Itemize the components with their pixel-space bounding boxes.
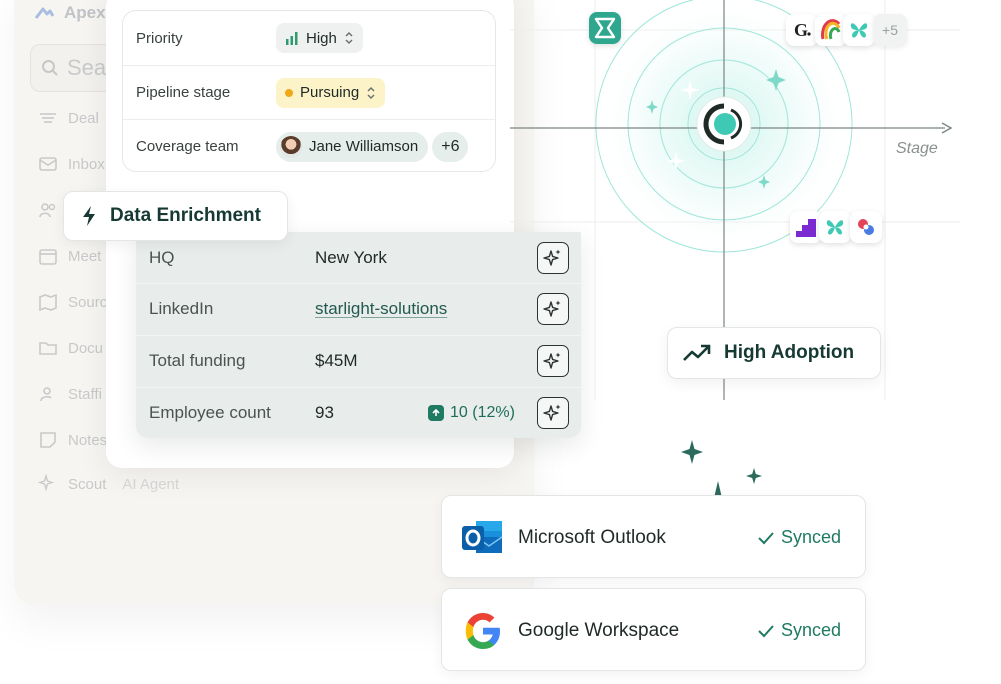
high-adoption-label: High Adoption [724, 342, 855, 363]
sidebar-item-label: Notes [68, 431, 108, 449]
integration-name: Microsoft Outlook [518, 527, 666, 548]
company-logo-tile[interactable] [843, 14, 875, 46]
enrich-sparkle-button[interactable] [537, 397, 569, 429]
sidebar-item-label: Sourc [68, 293, 108, 311]
search-placeholder: Sea [67, 55, 107, 80]
sidebar-item-label: Docu [68, 339, 104, 357]
sparkle-icon [38, 474, 55, 492]
rainbow-logo-icon [821, 19, 841, 40]
sidebar-item-sourcing[interactable]: Sourc [38, 292, 107, 312]
sync-status: Synced [757, 620, 841, 641]
checkmark-icon [758, 531, 774, 544]
company-logo-tile[interactable] [819, 211, 851, 243]
coverage-team-row: Coverage team Jane Williamson +6 [123, 119, 495, 173]
enrichment-value: 93 [315, 403, 334, 422]
note-icon [40, 432, 56, 448]
google-logo-icon [465, 613, 500, 649]
employee-delta: 10 (12%) [428, 404, 515, 422]
brand-name: Apex [64, 3, 106, 22]
employee-delta-value: 10 (12%) [450, 404, 515, 421]
integration-card-outlook[interactable]: Microsoft Outlook Synced [441, 495, 866, 578]
sidebar-item-label: Scout [68, 475, 107, 493]
chevron-updown-icon [367, 86, 375, 99]
people-icon [39, 203, 56, 218]
calendar-icon [39, 249, 57, 265]
folder-icon [39, 342, 57, 355]
sidebar-item-scout[interactable]: Scout AI Agent [38, 474, 179, 494]
company-logo-tile[interactable] [589, 12, 621, 44]
trending-up-icon [683, 344, 711, 361]
priority-label: Priority [136, 29, 183, 47]
checkmark-icon [758, 624, 774, 637]
more-logos-badge[interactable]: +5 [873, 14, 907, 46]
list-icon [40, 113, 56, 123]
sidebar-item-notes[interactable]: Notes [38, 430, 107, 450]
staffing-icon [40, 387, 52, 402]
outlook-logo-icon [462, 521, 503, 553]
enrichment-value: $45M [315, 351, 358, 370]
steps-logo-icon [796, 219, 816, 237]
status-dot-icon [285, 88, 293, 97]
company-logo-tile[interactable]: G [786, 14, 818, 46]
coverage-more-badge[interactable]: +6 [432, 131, 469, 162]
priority-select[interactable]: High [276, 23, 363, 53]
enrichment-label: Total funding [149, 351, 246, 370]
enrichment-label: HQ [149, 247, 175, 267]
enrichment-value: New York [315, 247, 387, 267]
integration-name: Google Workspace [518, 620, 680, 641]
priority-row: Priority High [123, 11, 495, 65]
deal-fields: Priority High Pipeline stage Pursuing Co [122, 10, 496, 172]
sync-status-label: Synced [780, 620, 841, 640]
company-logo-icon [594, 17, 616, 39]
sidebar-item-label: Staffi [68, 385, 102, 403]
priority-value: High [306, 29, 337, 47]
pipeline-stage-select[interactable]: Pursuing [276, 77, 386, 108]
sidebar-item-meetings[interactable]: Meet [38, 246, 101, 266]
arrow-up-icon [428, 405, 444, 421]
brand: Apex [34, 3, 106, 23]
sidebar-item-deals[interactable]: Deal [38, 108, 99, 128]
sparkle-icon [543, 404, 561, 421]
lightning-icon [83, 206, 95, 226]
sidebar-item-label: Deal [68, 109, 99, 127]
coverage-team-label: Coverage team [136, 138, 239, 155]
mail-icon [39, 157, 57, 171]
pipeline-stage-row: Pipeline stage Pursuing [123, 65, 495, 119]
sidebar-item-staffing[interactable]: Staffi [38, 384, 102, 404]
butterfly-logo-icon [850, 23, 868, 38]
butterfly-logo-icon [826, 220, 844, 235]
coverage-member-name: Jane Williamson [309, 138, 419, 155]
chevron-updown-icon [345, 31, 353, 45]
brand-logo-icon [34, 7, 54, 19]
coverage-member-chip[interactable]: Jane Williamson [276, 131, 429, 162]
sidebar-item-label: Meet [68, 247, 102, 265]
loop-logo-icon [858, 219, 874, 235]
sync-status: Synced [757, 527, 841, 548]
data-enrichment-badge: Data Enrichment [63, 191, 288, 241]
enrichment-label: LinkedIn [149, 299, 214, 318]
sidebar-item-documents[interactable]: Docu [38, 338, 103, 358]
sync-status-label: Synced [780, 527, 841, 547]
enrichment-label: Employee count [149, 403, 271, 422]
company-logo-tile[interactable] [790, 211, 822, 243]
company-logo-tile[interactable] [850, 211, 882, 243]
map-icon [39, 293, 57, 312]
g-logo-icon: G [794, 20, 811, 40]
linkedin-link[interactable]: starlight-solutions [315, 299, 447, 319]
pipeline-stage-label: Pipeline stage [136, 84, 231, 101]
search-icon [42, 60, 58, 76]
svg-text:G: G [794, 20, 808, 40]
signal-bars-icon [286, 32, 298, 45]
integration-card-google[interactable]: Google Workspace Synced [441, 588, 866, 671]
avatar [280, 135, 302, 158]
sidebar-item-label: Inbox [68, 155, 105, 173]
sidebar-item-sublabel: AI Agent [122, 475, 180, 493]
pipeline-stage-value: Pursuing [300, 84, 360, 101]
sidebar-item-inbox[interactable]: Inbox [38, 154, 105, 174]
high-adoption-badge: High Adoption [667, 327, 881, 379]
data-enrichment-title: Data Enrichment [110, 205, 261, 226]
stage-axis-label: Stage [896, 140, 938, 157]
